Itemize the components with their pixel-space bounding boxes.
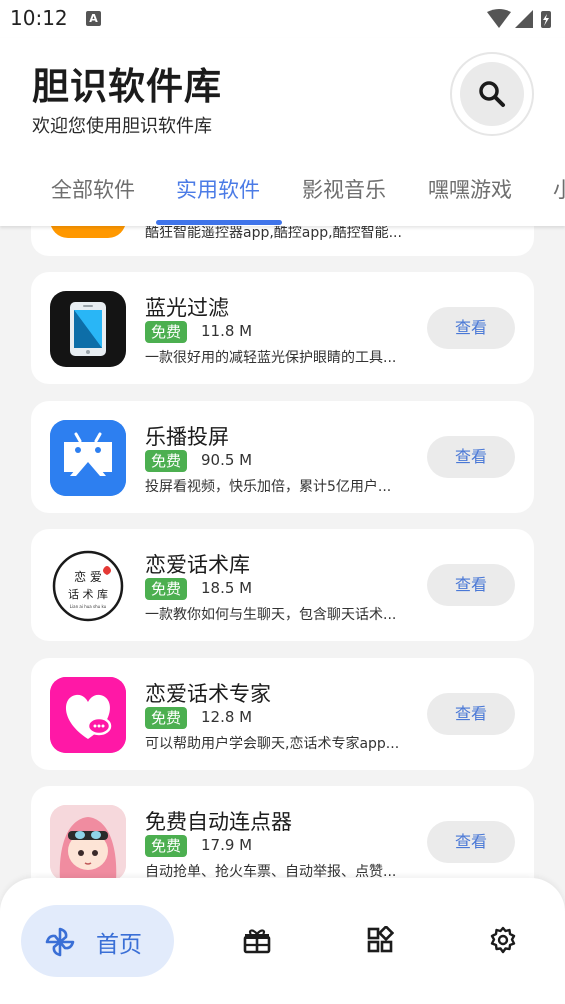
view-button[interactable]: 查看 (427, 564, 515, 606)
app-description: 酷狂智能遥控器app,酷控app,酷控智能... (145, 226, 402, 241)
app-header: 胆识软件库 欢迎您使用胆识软件库 全部软件 实用软件 影视音乐 嘿嘿游戏 小 (0, 38, 565, 226)
view-button[interactable]: 查看 (427, 821, 515, 863)
nav-home-label: 首页 (96, 932, 142, 958)
free-badge: 免费 (145, 321, 188, 343)
app-size: 12.8 M (201, 708, 253, 726)
tab-games[interactable]: 嘿嘿游戏 (428, 174, 512, 204)
app-name: 乐播投屏 (145, 425, 229, 449)
nav-home-button[interactable]: 首页 (21, 905, 174, 977)
tab-more[interactable]: 小 (553, 174, 565, 204)
search-button-ring (450, 52, 534, 136)
status-bar: 10:12 A (0, 0, 565, 38)
list-item[interactable]: 蓝光过滤 免费 11.8 M 一款很好用的减轻蓝光保护眼睛的工具... 查看 (31, 272, 534, 384)
love-logo-line1: 恋 爱 (74, 569, 102, 584)
tab-utility-software[interactable]: 实用软件 (176, 174, 260, 204)
view-button[interactable]: 查看 (427, 693, 515, 735)
status-time: 10:12 (10, 6, 68, 30)
app-name: 恋爱话术库 (145, 553, 250, 577)
tab-video-music[interactable]: 影视音乐 (302, 174, 386, 204)
app-description: 投屏看视频，快乐加倍，累计5亿用户... (145, 479, 392, 495)
love-talk-library-icon: 恋 爱 话 术 库 Lian ai hua shu ku (50, 548, 126, 624)
view-button[interactable]: 查看 (427, 307, 515, 349)
app-size: 18.5 M (201, 579, 253, 597)
status-icons (487, 9, 551, 28)
gift-icon[interactable] (242, 926, 272, 956)
app-name: 免费自动连点器 (145, 810, 292, 834)
free-badge: 免费 (145, 578, 188, 600)
auto-clicker-icon (50, 805, 126, 881)
view-button[interactable]: 查看 (427, 436, 515, 478)
app-name: 恋爱话术专家 (145, 682, 271, 706)
free-badge: 免费 (145, 450, 188, 472)
app-size: 11.8 M (201, 322, 253, 340)
tab-all-software[interactable]: 全部软件 (51, 174, 135, 204)
free-badge: 免费 (145, 835, 188, 857)
love-logo-line2: 话 术 库 (68, 588, 108, 601)
app-size: 17.9 M (201, 836, 253, 854)
wifi-icon (487, 9, 511, 28)
app-description: 一款很好用的减轻蓝光保护眼睛的工具... (145, 350, 397, 366)
list-item[interactable]: 乐播投屏 免费 90.5 M 投屏看视频，快乐加倍，累计5亿用户... 查看 (31, 401, 534, 513)
blue-light-filter-icon (50, 291, 126, 367)
lebo-screen-cast-icon (50, 420, 126, 496)
search-button[interactable] (460, 62, 524, 126)
bottom-navigation: 首页 (0, 878, 565, 1004)
app-description: 一款教你如何与生聊天，包含聊天话术... (145, 607, 397, 623)
app-description: 可以帮助用户学会聊天,恋话术专家app... (145, 736, 400, 752)
free-badge: 免费 (145, 707, 188, 729)
apps-icon[interactable] (366, 926, 394, 954)
app-size: 90.5 M (201, 451, 253, 469)
page-subtitle: 欢迎您使用胆识软件库 (32, 116, 212, 137)
list-item[interactable]: 恋 爱 话 术 库 Lian ai hua shu ku 恋爱话术库 免费 18… (31, 529, 534, 641)
list-item[interactable]: 酷狂智能遥控器app,酷控app,酷控智能... (31, 226, 534, 256)
page-title: 胆识软件库 (32, 65, 222, 108)
signal-icon (515, 10, 533, 28)
accessibility-badge-icon: A (86, 11, 101, 26)
love-logo-line3: Lian ai hua shu ku (70, 604, 107, 609)
app-icon (50, 226, 126, 238)
love-talk-expert-icon (50, 677, 126, 753)
category-tabs: 全部软件 实用软件 影视音乐 嘿嘿游戏 小 (0, 164, 565, 226)
settings-icon[interactable] (489, 926, 517, 954)
pinwheel-icon (45, 927, 75, 957)
list-item[interactable]: 恋爱话术专家 免费 12.8 M 可以帮助用户学会聊天,恋话术专家app... … (31, 658, 534, 770)
app-name: 蓝光过滤 (145, 296, 229, 320)
search-icon (479, 81, 505, 107)
active-tab-indicator (156, 220, 282, 225)
